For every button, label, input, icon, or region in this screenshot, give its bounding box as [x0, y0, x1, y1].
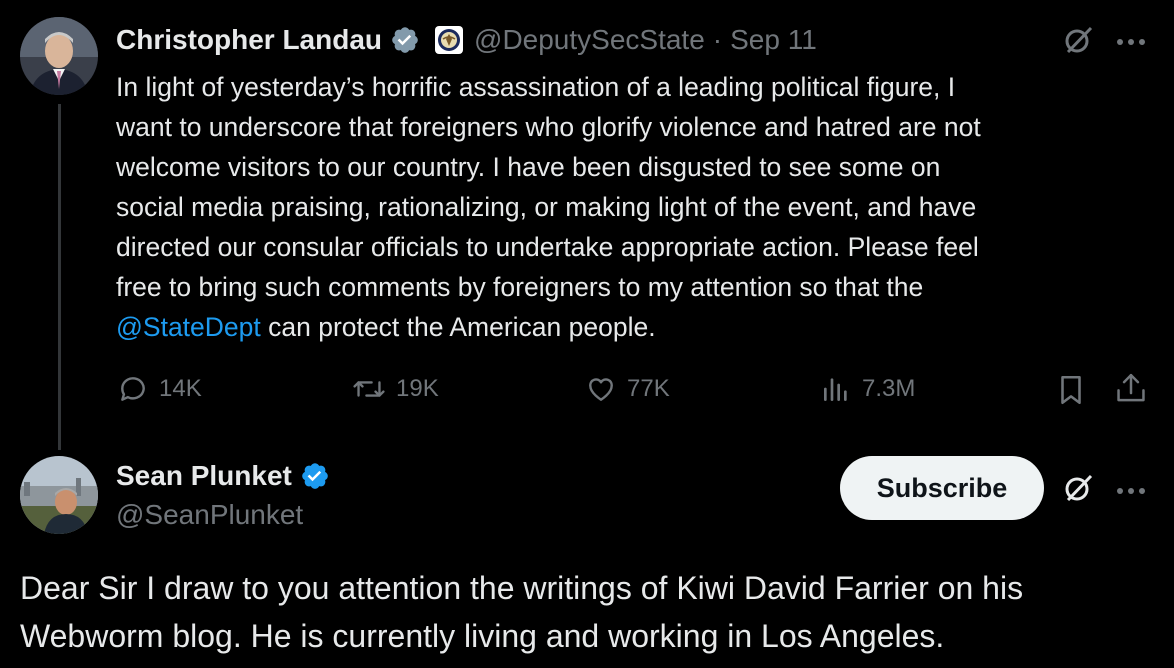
avatar-christopher-landau[interactable]: [20, 17, 98, 95]
tweet-body-line: social media praising, rationalizing, or…: [116, 192, 977, 222]
avatar-sean-plunket[interactable]: [20, 456, 98, 534]
views-icon: [820, 373, 852, 405]
tweet-body-line: directed our consular officials to under…: [116, 232, 979, 262]
reply-button[interactable]: 14K: [117, 373, 202, 405]
subscribe-button[interactable]: Subscribe: [840, 456, 1044, 520]
repost-button[interactable]: 19K: [352, 373, 439, 405]
share-icon[interactable]: [1114, 371, 1148, 412]
reply-icon: [117, 373, 149, 405]
tweet-header: Christopher Landau @DeputySecState · Sep…: [116, 20, 817, 60]
tweet-body: In light of yesterday’s horrific assassi…: [116, 67, 1156, 347]
tweet-body-line: welcome visitors to our country. I have …: [116, 152, 941, 182]
reply-body: Dear Sir I draw to you attention the wri…: [20, 564, 1160, 660]
thread-connector-line: [58, 104, 61, 450]
header-separator: ·: [712, 24, 723, 55]
reply-author-name[interactable]: Sean Plunket: [116, 460, 292, 492]
bookmark-icon[interactable]: [1056, 373, 1086, 412]
tweet-body-line: free to bring such comments by foreigner…: [116, 272, 924, 302]
tweet-body-line-rest: can protect the American people.: [260, 312, 656, 342]
tweet-body-line: In light of yesterday’s horrific assassi…: [116, 72, 956, 102]
reply-header: Sean Plunket: [116, 456, 330, 496]
like-icon: [585, 373, 617, 405]
affiliate-seal-icon[interactable]: [434, 25, 464, 55]
grok-icon[interactable]: [1062, 24, 1094, 61]
views-button[interactable]: 7.3M: [820, 373, 915, 405]
repost-count: 19K: [396, 375, 439, 402]
author-name[interactable]: Christopher Landau: [116, 24, 382, 56]
grok-icon[interactable]: [1062, 472, 1094, 509]
author-handle[interactable]: @DeputySecState: [474, 24, 705, 56]
views-count: 7.3M: [862, 375, 916, 402]
reply-author-handle[interactable]: @SeanPlunket: [116, 499, 303, 531]
reply-body-line: Dear Sir I draw to you attention the wri…: [20, 570, 1024, 606]
verified-badge-icon: [300, 461, 330, 491]
like-button[interactable]: 77K: [585, 373, 670, 405]
reply-body-line: Webworm blog. He is currently living and…: [20, 618, 945, 654]
tweet-body-line-last: @StateDept can protect the American peop…: [116, 307, 1156, 347]
tweet-body-line: want to underscore that foreigners who g…: [116, 112, 981, 142]
repost-icon: [352, 373, 386, 405]
more-icon[interactable]: [1116, 34, 1146, 52]
reply-count: 14K: [159, 375, 202, 402]
more-icon[interactable]: [1116, 483, 1146, 501]
verified-badge-icon: [390, 25, 420, 55]
like-count: 77K: [627, 375, 670, 402]
mention-link[interactable]: @StateDept: [116, 312, 261, 342]
tweet-date[interactable]: Sep 11: [730, 24, 817, 56]
